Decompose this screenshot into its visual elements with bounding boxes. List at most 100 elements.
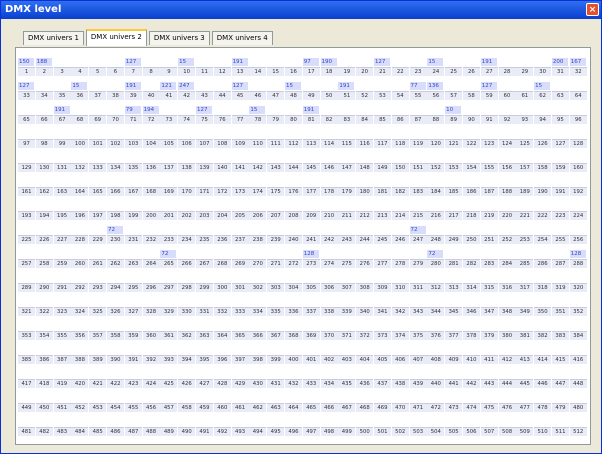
channel-cell[interactable]: 267	[195, 250, 214, 274]
channel-cell[interactable]: 480	[569, 394, 588, 418]
channel-cell[interactable]: 428	[213, 370, 232, 394]
channel-cell[interactable]: 85	[373, 106, 392, 130]
channel-cell[interactable]: 266	[178, 250, 196, 274]
channel-cell[interactable]: 415	[551, 346, 570, 370]
channel-cell[interactable]: 312	[427, 274, 445, 298]
channel-cell[interactable]: 52	[356, 82, 374, 106]
channel-cell[interactable]: 343	[409, 298, 428, 322]
channel-cell[interactable]: 361	[160, 322, 178, 346]
channel-cell[interactable]: 355	[53, 322, 72, 346]
channel-cell[interactable]: 154	[462, 154, 481, 178]
channel-cell[interactable]: 491	[195, 418, 214, 442]
channel-cell[interactable]: 440	[427, 370, 445, 394]
channel-cell[interactable]: 80	[284, 106, 303, 130]
channel-cell[interactable]: 344	[427, 298, 445, 322]
channel-cell[interactable]: 250	[462, 226, 481, 250]
channel-cell[interactable]: 317	[516, 274, 534, 298]
channel-cell[interactable]: 477	[516, 394, 534, 418]
channel-cell[interactable]: 128 288	[569, 250, 588, 274]
channel-cell[interactable]: 157	[516, 154, 534, 178]
channel-cell[interactable]: 308	[356, 274, 374, 298]
channel-cell[interactable]: 299	[195, 274, 214, 298]
channel-cell[interactable]: 469	[373, 394, 392, 418]
channel-cell[interactable]: 237	[231, 226, 250, 250]
channel-cell[interactable]: 191 27	[480, 58, 499, 82]
channel-cell[interactable]: 429	[231, 370, 250, 394]
channel-cell[interactable]: 296	[142, 274, 161, 298]
channel-cell[interactable]: 362	[178, 322, 196, 346]
channel-cell[interactable]: 193	[18, 202, 36, 226]
channel-cell[interactable]: 140	[213, 154, 232, 178]
channel-cell[interactable]: 15 62	[534, 82, 552, 106]
channel-cell[interactable]: 184	[427, 178, 445, 202]
channel-cell[interactable]: 127 7	[124, 58, 143, 82]
channel-cell[interactable]: 177	[302, 178, 321, 202]
channel-cell[interactable]: 479	[551, 394, 570, 418]
channel-cell[interactable]: 395	[195, 346, 214, 370]
channel-cell[interactable]: 121 41	[160, 82, 178, 106]
channel-cell[interactable]: 394	[178, 346, 196, 370]
channel-cell[interactable]: 363	[195, 322, 214, 346]
channel-cell[interactable]: 79 71	[124, 106, 143, 130]
channel-cell[interactable]: 163	[53, 178, 72, 202]
channel-cell[interactable]: 304	[284, 274, 303, 298]
channel-cell[interactable]: 346	[462, 298, 481, 322]
channel-cell[interactable]: 418	[35, 370, 54, 394]
channel-cell[interactable]: 369	[302, 322, 321, 346]
channel-cell[interactable]: 130	[35, 154, 54, 178]
channel-cell[interactable]: 318	[534, 274, 552, 298]
channel-cell[interactable]: 127 59	[480, 82, 499, 106]
channel-cell[interactable]: 309	[373, 274, 392, 298]
channel-cell[interactable]: 323	[53, 298, 72, 322]
channel-cell[interactable]: 329	[160, 298, 178, 322]
channel-cell[interactable]: 262	[106, 250, 125, 274]
channel-cell[interactable]: 269	[231, 250, 250, 274]
channel-cell[interactable]: 341	[373, 298, 392, 322]
channel-cell[interactable]: 378	[462, 322, 481, 346]
channel-cell[interactable]: 162	[35, 178, 54, 202]
channel-cell[interactable]: 182	[391, 178, 410, 202]
channel-cell[interactable]: 512	[569, 418, 588, 442]
channel-cell[interactable]: 388	[71, 346, 89, 370]
channel-cell[interactable]: 416	[569, 346, 588, 370]
channel-cell[interactable]: 444	[498, 370, 517, 394]
channel-cell[interactable]: 133	[89, 154, 107, 178]
channel-cell[interactable]: 58	[462, 82, 481, 106]
channel-cell[interactable]: 384	[569, 322, 588, 346]
channel-cell[interactable]: 383	[551, 322, 570, 346]
channel-cell[interactable]: 108	[213, 130, 232, 154]
channel-cell[interactable]: 409	[445, 346, 463, 370]
channel-cell[interactable]: 468	[356, 394, 374, 418]
channel-cell[interactable]: 381	[516, 322, 534, 346]
channel-cell[interactable]: 97	[18, 130, 36, 154]
channel-cell[interactable]: 454	[106, 394, 125, 418]
channel-cell[interactable]: 374	[391, 322, 410, 346]
channel-cell[interactable]: 200	[142, 202, 161, 226]
channel-cell[interactable]: 223	[551, 202, 570, 226]
channel-cell[interactable]: 398	[249, 346, 267, 370]
channel-cell[interactable]: 117	[373, 130, 392, 154]
channel-cell[interactable]: 107	[195, 130, 214, 154]
channel-cell[interactable]: 166	[106, 178, 125, 202]
channel-cell[interactable]: 470	[391, 394, 410, 418]
channel-cell[interactable]: 275	[338, 250, 356, 274]
channel-cell[interactable]: 359	[124, 322, 143, 346]
channel-cell[interactable]: 180	[356, 178, 374, 202]
channel-cell[interactable]: 99	[53, 130, 72, 154]
channel-cell[interactable]: 443	[480, 370, 499, 394]
channel-cell[interactable]: 334	[249, 298, 267, 322]
channel-cell[interactable]: 286	[534, 250, 552, 274]
channel-cell[interactable]: 423	[124, 370, 143, 394]
channel-cell[interactable]: 260	[71, 250, 89, 274]
channel-cell[interactable]: 445	[516, 370, 534, 394]
channel-cell[interactable]: 472	[427, 394, 445, 418]
channel-cell[interactable]: 356	[71, 322, 89, 346]
channel-cell[interactable]: 187	[480, 178, 499, 202]
channel-cell[interactable]: 68	[71, 106, 89, 130]
channel-cell[interactable]: 307	[338, 274, 356, 298]
channel-cell[interactable]: 228	[71, 226, 89, 250]
channel-cell[interactable]: 364	[213, 322, 232, 346]
channel-cell[interactable]: 257	[18, 250, 36, 274]
channel-cell[interactable]: 489	[160, 418, 178, 442]
channel-cell[interactable]: 190	[534, 178, 552, 202]
